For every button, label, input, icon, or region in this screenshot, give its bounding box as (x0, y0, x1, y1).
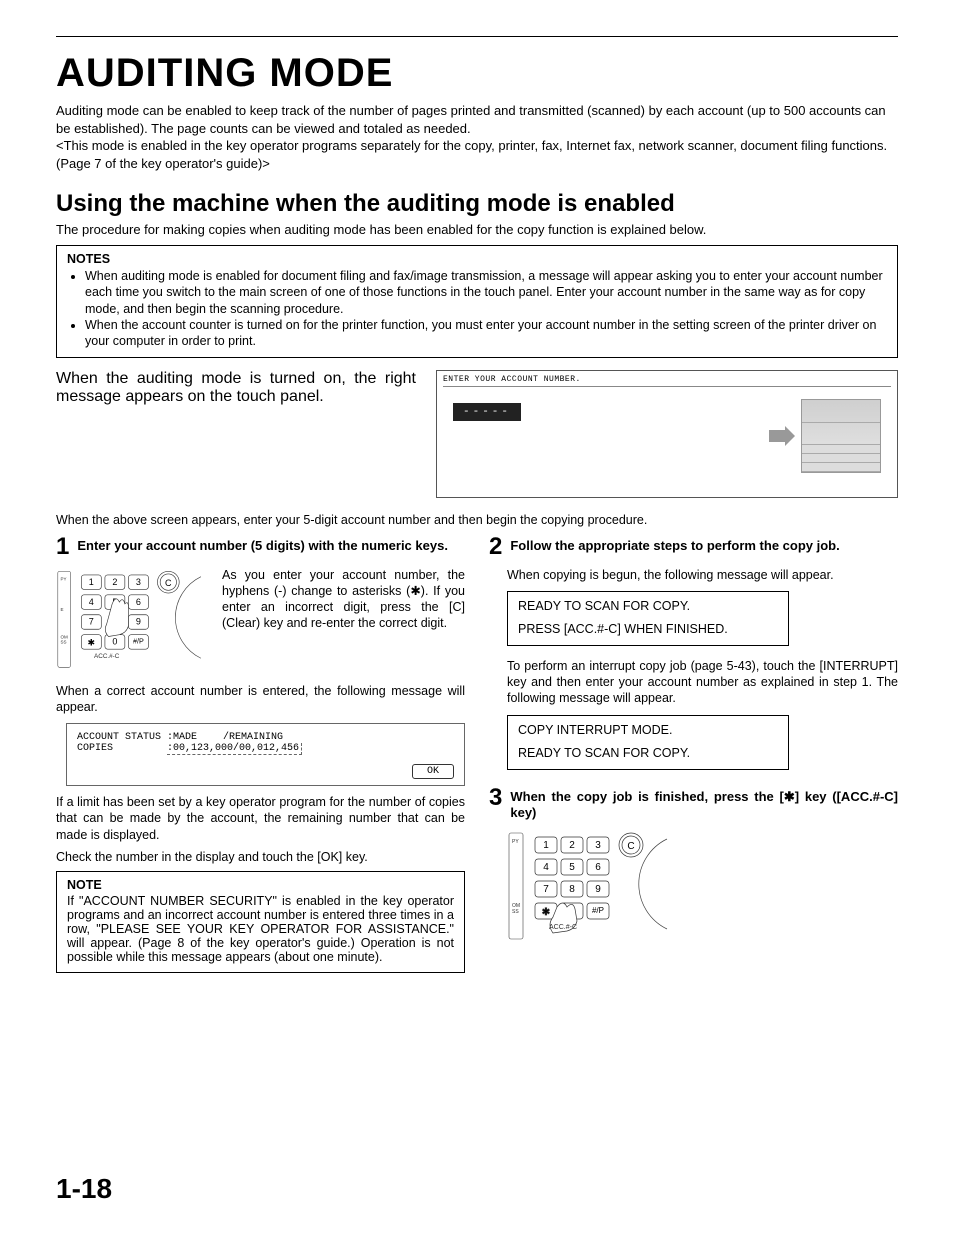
step-2: 2 Follow the appropriate steps to perfor… (489, 535, 898, 559)
svg-text:6: 6 (595, 862, 601, 873)
svg-text:ACC.#-C: ACC.#-C (94, 653, 120, 660)
step-2-title: Follow the appropriate steps to perform … (510, 538, 839, 554)
page-title: AUDITING MODE (56, 51, 898, 96)
svg-text:0: 0 (112, 636, 117, 646)
svg-text:C: C (627, 841, 634, 852)
account-status-panel: ACCOUNT STATUS :MADE /REMAINING COPIES :… (66, 723, 465, 786)
svg-text:#/P: #/P (133, 636, 144, 645)
svg-text:2: 2 (569, 840, 575, 851)
after-screen-text: When the above screen appears, enter you… (56, 512, 898, 528)
svg-text:SS: SS (61, 639, 67, 644)
svg-text:7: 7 (543, 884, 549, 895)
note-title: NOTE (67, 878, 454, 892)
svg-text:4: 4 (89, 596, 94, 606)
keypad-figure-1: PY E OM SS 1 2 3 4 5 6 7 9 ✱ (56, 567, 210, 677)
status-made: :MADE (167, 732, 197, 743)
status-copies-value: :00,123,000/00,012,456 (167, 743, 302, 755)
svg-text:1: 1 (543, 840, 549, 851)
msg-line: COPY INTERRUPT MODE. (518, 722, 778, 740)
note-box-single: NOTE If "ACCOUNT NUMBER SECURITY" is ena… (56, 871, 465, 973)
svg-text:4: 4 (543, 862, 549, 873)
svg-text:3: 3 (595, 840, 601, 851)
svg-text:SS: SS (512, 909, 519, 915)
step-1-desc: As you enter your account number, the hy… (222, 567, 465, 632)
svg-text:9: 9 (595, 884, 601, 895)
svg-text:OM: OM (61, 634, 69, 639)
keypad-figure-2: PY OM SS 1 2 3 4 5 6 7 8 9 0 #/P C (507, 829, 677, 949)
status-remaining: /REMAINING (223, 732, 283, 743)
svg-text:3: 3 (136, 577, 141, 587)
svg-text:PY: PY (61, 576, 67, 581)
step-2-after: To perform an interrupt copy job (page 5… (507, 658, 898, 707)
svg-text:5: 5 (569, 862, 575, 873)
step-3-title: When the copy job is finished, press the… (510, 789, 898, 822)
page-number: 1-18 (56, 1173, 112, 1205)
svg-text:✱: ✱ (88, 637, 96, 647)
msg-line: PRESS [ACC.#-C] WHEN FINISHED. (518, 621, 778, 639)
svg-text:6: 6 (136, 596, 141, 606)
account-number-screen: ENTER YOUR ACCOUNT NUMBER. ----- (436, 370, 898, 498)
svg-text:PY: PY (512, 839, 519, 845)
panel-intro-text: When the auditing mode is turned on, the… (56, 370, 416, 498)
status-label: ACCOUNT STATUS (77, 732, 161, 743)
note-item: When auditing mode is enabled for docume… (85, 268, 887, 317)
step-2-desc: When copying is begun, the following mes… (507, 567, 898, 583)
msg-line: READY TO SCAN FOR COPY. (518, 745, 778, 763)
intro-paragraph: Auditing mode can be enabled to keep tra… (56, 102, 898, 172)
section-lead: The procedure for making copies when aud… (56, 222, 898, 237)
section-heading: Using the machine when the auditing mode… (56, 190, 898, 218)
step-number: 1 (56, 535, 69, 559)
svg-text:7: 7 (89, 616, 94, 626)
account-entry-indicator: ----- (453, 403, 521, 421)
svg-text:1: 1 (89, 577, 94, 587)
step-number: 2 (489, 535, 502, 559)
screen-header: ENTER YOUR ACCOUNT NUMBER. (443, 375, 891, 387)
svg-text:ACC.#-C: ACC.#-C (549, 924, 577, 931)
msg-line: READY TO SCAN FOR COPY. (518, 598, 778, 616)
step-1-title: Enter your account number (5 digits) wit… (77, 538, 448, 554)
svg-text:#/P: #/P (592, 906, 604, 915)
ok-button[interactable]: OK (412, 764, 454, 779)
svg-text:C: C (165, 577, 172, 587)
svg-text:✱: ✱ (542, 907, 550, 918)
note-item: When the account counter is turned on fo… (85, 317, 887, 350)
notes-box: NOTES When auditing mode is enabled for … (56, 245, 898, 358)
note-text: If "ACCOUNT NUMBER SECURITY" is enabled … (67, 894, 454, 964)
step-3: 3 When the copy job is finished, press t… (489, 786, 898, 822)
status-copies-label: COPIES (77, 743, 113, 755)
svg-text:2: 2 (112, 577, 117, 587)
arrow-icon (767, 426, 797, 446)
message-box-ready: READY TO SCAN FOR COPY. PRESS [ACC.#-C] … (507, 591, 789, 646)
svg-text:9: 9 (136, 616, 141, 626)
step-number: 3 (489, 786, 502, 810)
message-box-interrupt: COPY INTERRUPT MODE. READY TO SCAN FOR C… (507, 715, 789, 770)
step1-after1: When a correct account number is entered… (56, 683, 465, 716)
svg-text:E: E (61, 607, 64, 612)
copier-icon (801, 399, 881, 473)
step1-after2: If a limit has been set by a key operato… (56, 794, 465, 843)
svg-text:8: 8 (569, 884, 575, 895)
step1-after3: Check the number in the display and touc… (56, 849, 465, 865)
notes-title: NOTES (67, 252, 887, 266)
step-1: 1 Enter your account number (5 digits) w… (56, 535, 465, 559)
